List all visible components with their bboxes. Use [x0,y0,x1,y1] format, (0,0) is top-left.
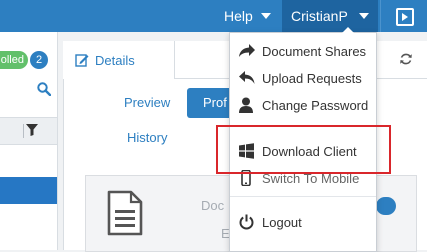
menu-item-change-password[interactable]: Change Password [230,93,376,117]
filter-icon[interactable] [26,124,38,136]
menu-item-document-shares[interactable]: Document Shares [230,39,376,63]
preview-link[interactable]: Preview [124,95,170,110]
menu-item-label: Document Shares [262,43,367,59]
nav-divider [380,0,381,32]
refresh-icon[interactable] [399,52,413,66]
user-name: CristianP [291,8,348,24]
menu-item-label: Upload Requests [262,70,362,86]
user-icon [239,97,253,113]
power-icon [239,214,254,230]
document-field-label: Doc [201,198,225,213]
history-link[interactable]: History [127,130,167,145]
status-badge: olled [0,51,28,69]
exit-icon[interactable] [396,8,414,26]
document-badge [376,197,396,215]
tab-details[interactable]: Details [63,41,175,79]
menu-item-logout[interactable]: Logout [230,210,376,234]
reply-icon [239,71,255,84]
document-icon [107,190,143,236]
share-icon [239,44,255,57]
dropdown-arrow [342,27,354,33]
edit-icon [75,54,89,67]
menu-separator [230,196,376,197]
highlight-box [216,125,391,174]
tab-details-label: Details [95,52,135,68]
help-label: Help [224,8,253,24]
help-menu[interactable]: Help [212,0,272,32]
column-divider [23,124,24,138]
search-icon[interactable] [37,82,51,96]
menu-item-label: Change Password [262,97,369,113]
user-menu[interactable]: CristianP [282,0,378,32]
menu-item-upload-requests[interactable]: Upload Requests [230,66,376,90]
table-row-selected[interactable] [0,177,57,204]
chevron-down-icon [358,13,369,19]
chevron-down-icon [260,13,271,19]
menu-item-label: Logout [262,214,302,230]
count-badge: 2 [30,51,48,69]
